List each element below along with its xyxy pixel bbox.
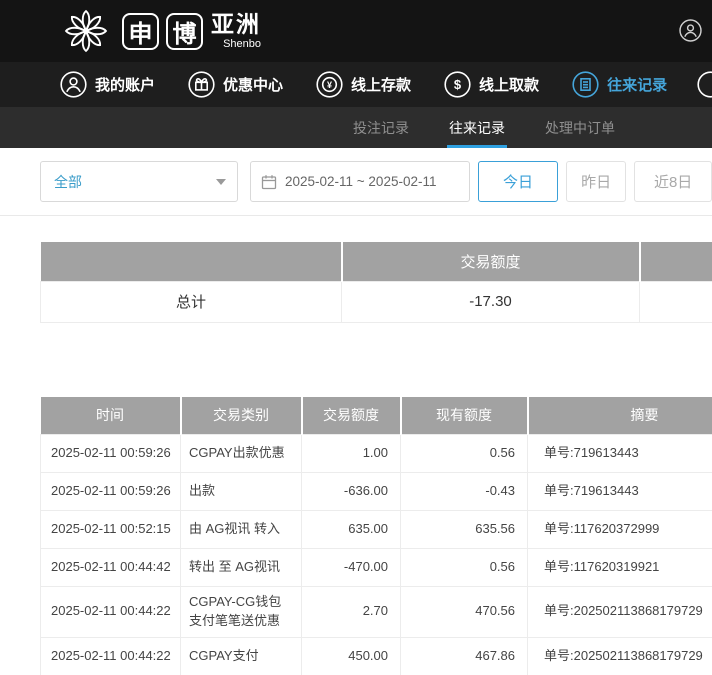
cell-time: 2025-02-11 00:59:26 xyxy=(41,435,181,473)
cell-memo: 单号:117620319921 xyxy=(528,549,712,587)
table-row: 2025-02-11 00:44:42 转出 至 AG视讯 -470.00 0.… xyxy=(41,549,712,587)
cell-balance: 0.56 xyxy=(401,549,528,587)
tab-processing-orders[interactable]: 处理中订单 xyxy=(543,107,617,148)
cell-type: 出款 xyxy=(181,473,302,511)
table-row: 2025-02-11 00:44:22 CGPAY支付 450.00 467.8… xyxy=(41,637,712,675)
header-balance: 现有额度 xyxy=(401,397,528,435)
account-user-icon[interactable] xyxy=(679,19,702,47)
brand-logo[interactable]: 申 博 亚洲 Shenbo xyxy=(60,5,261,57)
header-time: 时间 xyxy=(41,397,181,435)
cell-type: 转出 至 AG视讯 xyxy=(181,549,302,587)
brand-subtitle: Shenbo xyxy=(211,38,261,50)
cell-balance: -0.43 xyxy=(401,473,528,511)
cell-balance: 635.56 xyxy=(401,511,528,549)
header-amount: 交易额度 xyxy=(302,397,401,435)
nav-item-transactions[interactable]: 往来记录 xyxy=(572,71,667,98)
cell-balance: 467.86 xyxy=(401,637,528,675)
cell-amount: 1.00 xyxy=(302,435,401,473)
cell-balance: 470.56 xyxy=(401,587,528,638)
user-icon xyxy=(60,71,87,98)
date-range-value: 2025-02-11 ~ 2025-02-11 xyxy=(285,174,437,189)
nav-item-withdraw[interactable]: $ 线上取款 xyxy=(444,71,539,98)
table-row: 2025-02-11 00:52:15 由 AG视讯 转入 635.00 635… xyxy=(41,511,712,549)
cell-time: 2025-02-11 00:59:26 xyxy=(41,473,181,511)
cell-amount: 635.00 xyxy=(302,511,401,549)
tab-transaction-records[interactable]: 往来记录 xyxy=(447,107,507,148)
brand-characters: 申 博 xyxy=(122,13,203,50)
header-memo: 摘要 xyxy=(528,397,712,435)
nav-item-deposit[interactable]: ¥ 线上存款 xyxy=(316,71,411,98)
records-document-icon xyxy=(572,71,599,98)
cell-type: CGPAY出款优惠 xyxy=(181,435,302,473)
cell-amount: -636.00 xyxy=(302,473,401,511)
main-navigation: 我的账户 优惠中心 ¥ 线上存款 $ xyxy=(0,62,712,107)
nav-item-promotions[interactable]: 优惠中心 xyxy=(188,71,283,98)
summary-header-cut xyxy=(640,242,712,281)
summary-header-amount: 交易额度 xyxy=(342,242,640,281)
nav-item-partial-icon[interactable] xyxy=(697,71,712,103)
summary-header-empty xyxy=(41,242,342,281)
summary-table: 交易额度 总计 -17.30 xyxy=(40,242,712,323)
cell-type: CGPAY-CG钱包支付笔笔送优惠 xyxy=(181,587,302,638)
brand-char-shen: 申 xyxy=(122,13,159,50)
nav-label: 往来记录 xyxy=(607,74,667,95)
summary-total-cut xyxy=(640,281,712,322)
table-header-row: 时间 交易类别 交易额度 现有额度 摘要 xyxy=(41,397,712,435)
brand-char-bo: 博 xyxy=(166,13,203,50)
cell-time: 2025-02-11 00:44:22 xyxy=(41,637,181,675)
calendar-icon xyxy=(261,174,277,190)
sub-navigation: 投注记录 往来记录 处理中订单 xyxy=(0,107,712,148)
flower-logo-icon xyxy=(60,5,112,57)
nav-item-my-account[interactable]: 我的账户 xyxy=(60,71,155,98)
transactions-table: 时间 交易类别 交易额度 现有额度 摘要 2025-02-11 00:59:26… xyxy=(40,397,712,675)
svg-text:$: $ xyxy=(454,77,462,92)
cell-time: 2025-02-11 00:52:15 xyxy=(41,511,181,549)
summary-total-value: -17.30 xyxy=(342,281,640,322)
type-filter-value: 全部 xyxy=(54,172,82,192)
cell-type: CGPAY支付 xyxy=(181,637,302,675)
table-row: 2025-02-11 00:59:26 CGPAY出款优惠 1.00 0.56 … xyxy=(41,435,712,473)
svg-text:¥: ¥ xyxy=(327,80,332,90)
cell-memo: 单号:202502113868179729 xyxy=(528,637,712,675)
today-button[interactable]: 今日 xyxy=(478,161,558,202)
tab-betting-records[interactable]: 投注记录 xyxy=(351,107,411,148)
nav-label: 线上存款 xyxy=(351,74,411,95)
brand-region-text: 亚洲 xyxy=(211,12,261,37)
cell-amount: -470.00 xyxy=(302,549,401,587)
cell-amount: 450.00 xyxy=(302,637,401,675)
yesterday-button[interactable]: 昨日 xyxy=(566,161,626,202)
last-8-days-button[interactable]: 近8日 xyxy=(634,161,712,202)
nav-label: 线上取款 xyxy=(479,74,539,95)
cell-memo: 单号:719613443 xyxy=(528,473,712,511)
cell-amount: 2.70 xyxy=(302,587,401,638)
table-row: 2025-02-11 00:44:22 CGPAY-CG钱包支付笔笔送优惠 2.… xyxy=(41,587,712,638)
cell-memo: 单号:117620372999 xyxy=(528,511,712,549)
filter-bar: 全部 2025-02-11 ~ 2025-02-11 今日 昨日 近8日 xyxy=(40,161,712,202)
brand-region: 亚洲 Shenbo xyxy=(211,12,261,49)
top-bar: 申 博 亚洲 Shenbo xyxy=(0,0,712,62)
table-row: 2025-02-11 00:59:26 出款 -636.00 -0.43 单号:… xyxy=(41,473,712,511)
summary-total-label: 总计 xyxy=(41,281,342,322)
nav-label: 我的账户 xyxy=(95,74,155,95)
sub-navigation-tabs: 投注记录 往来记录 处理中订单 xyxy=(351,107,617,148)
cell-type: 由 AG视讯 转入 xyxy=(181,511,302,549)
cell-memo: 单号:719613443 xyxy=(528,435,712,473)
summary-total-row: 总计 -17.30 xyxy=(41,281,712,322)
deposit-coin-icon: ¥ xyxy=(316,71,343,98)
header-type: 交易类别 xyxy=(181,397,302,435)
date-range-input[interactable]: 2025-02-11 ~ 2025-02-11 xyxy=(250,161,470,202)
summary-header-row: 交易额度 xyxy=(41,242,712,281)
gift-icon xyxy=(188,71,215,98)
nav-label: 优惠中心 xyxy=(223,74,283,95)
type-filter-select[interactable]: 全部 xyxy=(40,161,238,202)
cell-time: 2025-02-11 00:44:22 xyxy=(41,587,181,638)
chevron-down-icon xyxy=(216,179,226,185)
withdraw-money-icon: $ xyxy=(444,71,471,98)
cell-balance: 0.56 xyxy=(401,435,528,473)
cell-time: 2025-02-11 00:44:42 xyxy=(41,549,181,587)
section-divider xyxy=(0,215,712,216)
cell-memo: 单号:202502113868179729 xyxy=(528,587,712,638)
